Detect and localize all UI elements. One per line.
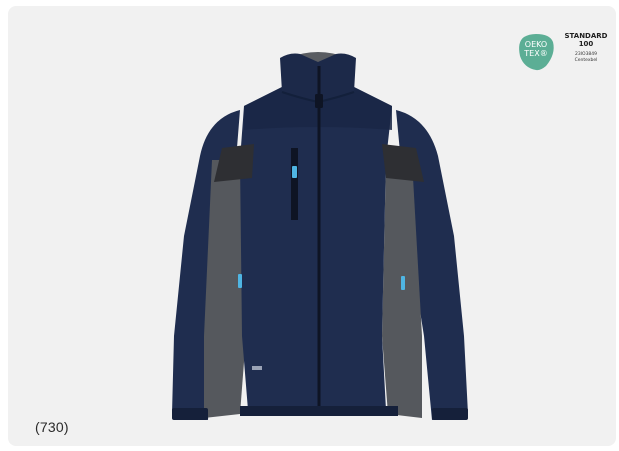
cert-standard-label: STANDARD 100	[560, 32, 612, 48]
product-card: OEKO TEX® STANDARD 100 23IO3849 Centexbe…	[8, 6, 616, 446]
cert-standard: STANDARD	[564, 32, 608, 40]
cert-institute: Centexbel	[574, 58, 598, 63]
badge-line1: OEKO	[524, 40, 548, 49]
product-code-caption: (730)	[35, 419, 69, 435]
oeko-tex-certification: OEKO TEX® STANDARD 100 23IO3849 Centexbe…	[516, 28, 612, 84]
badge-line2: TEX®	[524, 49, 548, 58]
cert-standard-number: 100	[578, 40, 594, 48]
